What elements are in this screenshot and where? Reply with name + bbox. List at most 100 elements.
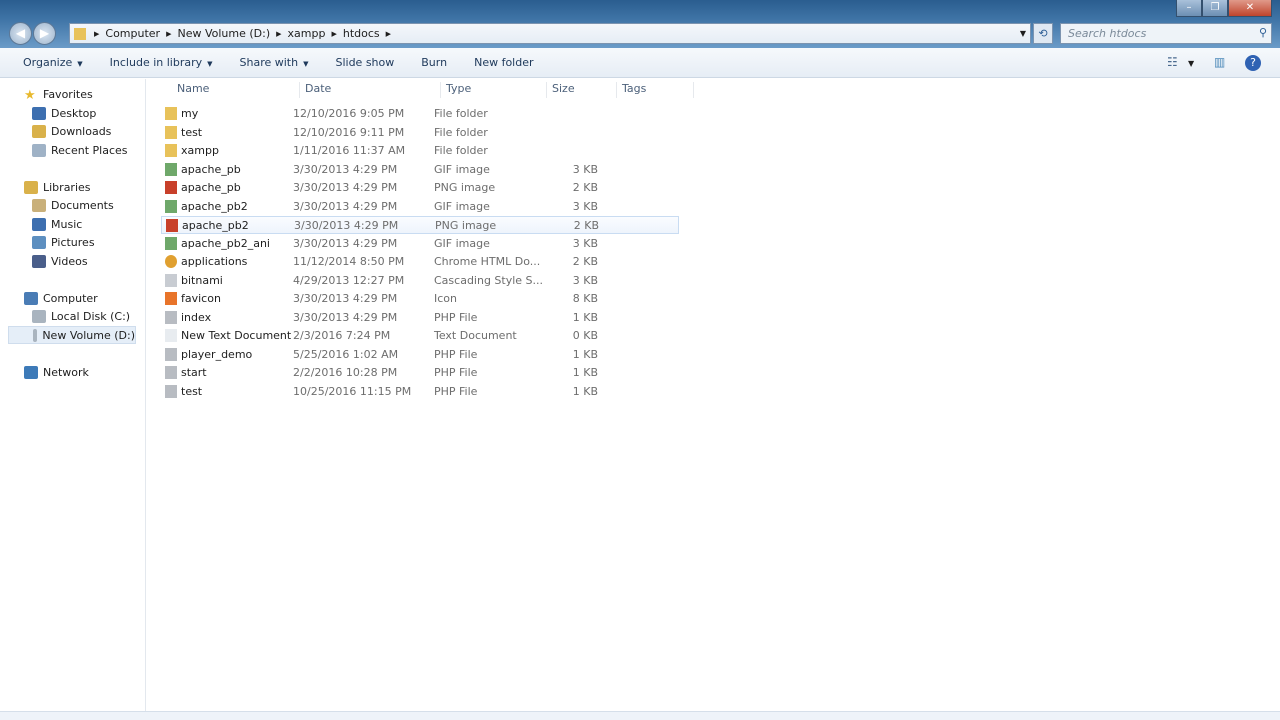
sidebar-item-downloads[interactable]: Downloads xyxy=(32,122,111,140)
breadcrumb-item[interactable]: New Volume (D:) xyxy=(177,27,270,40)
close-button[interactable]: ✕ xyxy=(1228,0,1272,17)
sidebar-item-libraries[interactable]: Libraries xyxy=(24,178,91,196)
preview-pane-icon[interactable]: ▥ xyxy=(1214,55,1225,69)
gif-image-icon xyxy=(165,199,177,213)
breadcrumb-item[interactable]: Computer xyxy=(105,27,160,40)
forward-button[interactable]: ▶ xyxy=(33,22,56,45)
file-size: 1 KB xyxy=(572,310,598,324)
file-type: GIF image xyxy=(434,162,490,176)
toolbar-slide-show-button[interactable]: Slide show xyxy=(335,56,394,69)
file-row[interactable]: bitnami 4/29/2013 12:27 PM Cascading Style… xyxy=(161,272,679,290)
sidebar-item-label: Recent Places xyxy=(51,143,128,157)
computer-icon xyxy=(24,291,38,305)
php-file-icon xyxy=(165,347,177,361)
sidebar-item-local-disk-c[interactable]: Local Disk (C:) xyxy=(32,307,130,325)
file-size: 8 KB xyxy=(572,292,598,305)
file-date: 3/30/2013 4:29 PM xyxy=(294,219,399,232)
file-row[interactable]: favicon 3/30/2013 4:29 PM Icon 8 KB xyxy=(161,290,679,308)
file-row[interactable]: my 12/10/2016 9:05 PM File folder xyxy=(161,105,679,123)
search-icon[interactable]: ⚲ xyxy=(1259,26,1267,39)
sidebar-item-favorites[interactable]: ★ Favorites xyxy=(24,85,93,103)
file-type: Chrome HTML Do... xyxy=(434,255,541,268)
file-type: PHP File xyxy=(434,347,478,361)
file-row[interactable]: New Text Document 2/3/2016 7:24 PM Text Do… xyxy=(161,327,679,345)
view-dropdown-icon[interactable]: ▼ xyxy=(1188,59,1194,68)
file-row[interactable]: apache_pb2 3/30/2013 4:29 PM GIF image 3 KB xyxy=(161,198,679,216)
file-size: 3 KB xyxy=(572,199,598,213)
sidebar-item-music[interactable]: Music xyxy=(32,215,82,233)
file-type: PNG image xyxy=(434,181,496,194)
file-date: 5/25/2016 1:02 AM xyxy=(293,347,399,361)
toolbar-share-with-button[interactable]: Share with ▼ xyxy=(240,56,309,69)
text-file-icon xyxy=(165,329,177,342)
sidebar-item-recent-places[interactable]: Recent Places xyxy=(32,141,128,159)
file-row[interactable]: apache_pb2_ani 3/30/2013 4:29 PM GIF image… xyxy=(161,235,679,253)
file-size: 3 KB xyxy=(572,162,598,176)
css-file-icon xyxy=(165,273,177,287)
file-row[interactable]: apache_pb 3/30/2013 4:29 PM PNG image 2 KB xyxy=(161,179,679,197)
chevron-right-icon[interactable]: ▶ xyxy=(386,30,391,38)
help-icon[interactable]: ? xyxy=(1245,55,1261,71)
xampp-icon xyxy=(165,292,177,305)
file-name: bitnami xyxy=(181,273,223,287)
toolbar-burn-button[interactable]: Burn xyxy=(421,56,447,69)
minimize-button[interactable]: – xyxy=(1176,0,1202,17)
file-size: 1 KB xyxy=(572,347,598,361)
file-type: PNG image xyxy=(435,219,497,232)
file-name: applications xyxy=(181,255,248,268)
file-row[interactable]: start 2/2/2016 10:28 PM PHP File 1 KB xyxy=(161,364,679,382)
file-row[interactable]: player_demo 5/25/2016 1:02 AM PHP File 1 KB xyxy=(161,346,679,364)
column-header-tags[interactable]: Tags xyxy=(617,82,694,98)
back-button[interactable]: ◀ xyxy=(9,22,32,45)
file-date: 3/30/2013 4:29 PM xyxy=(293,292,398,305)
column-header-type[interactable]: Type xyxy=(441,82,547,98)
address-bar[interactable]: ▶ Computer ▶ New Volume (D:) ▶ xampp ▶ htdocs ▶… xyxy=(69,23,1031,44)
file-name: my xyxy=(181,107,199,120)
refresh-button[interactable]: ⟲ xyxy=(1033,23,1053,44)
breadcrumb-item[interactable]: xampp xyxy=(288,27,326,40)
view-options-icon[interactable]: ☷ xyxy=(1167,55,1178,69)
file-name: test xyxy=(181,125,203,139)
sidebar-item-documents[interactable]: Documents xyxy=(32,196,114,214)
gif-image-icon xyxy=(165,162,177,176)
search-input[interactable]: Search htdocs ⚲ xyxy=(1060,23,1272,44)
sidebar-item-computer[interactable]: Computer xyxy=(24,289,98,307)
file-name: apache_pb xyxy=(181,162,241,176)
file-row[interactable]: test 12/10/2016 9:11 PM File folder xyxy=(161,124,679,142)
file-row[interactable]: index 3/30/2013 4:29 PM PHP File 1 KB xyxy=(161,309,679,327)
sidebar-item-label: Libraries xyxy=(43,180,91,194)
column-header-date[interactable]: Date xyxy=(300,82,441,98)
column-header-name[interactable]: Name xyxy=(172,82,300,98)
file-row[interactable]: apache_pb 3/30/2013 4:29 PM GIF image 3 KB xyxy=(161,161,679,179)
toolbar-new-folder-button[interactable]: New folder xyxy=(474,56,533,69)
php-file-icon xyxy=(165,384,177,398)
file-name: apache_pb2 xyxy=(182,219,249,232)
toolbar-label: Organize xyxy=(23,56,73,69)
file-type: GIF image xyxy=(434,236,490,250)
file-row[interactable]: xampp 1/11/2016 11:37 AM File folder xyxy=(161,142,679,160)
sidebar-item-pictures[interactable]: Pictures xyxy=(32,233,95,251)
maximize-button[interactable]: ❐ xyxy=(1202,0,1228,17)
file-row[interactable]: applications 11/12/2014 8:50 PM Chrome HTM… xyxy=(161,253,679,271)
sidebar-item-videos[interactable]: Videos xyxy=(32,252,88,270)
pictures-icon xyxy=(32,235,46,249)
chevron-right-icon[interactable]: ▶ xyxy=(276,30,281,38)
file-date: 10/25/2016 11:15 PM xyxy=(293,384,412,398)
column-header-size[interactable]: Size xyxy=(547,82,617,98)
sidebar-item-desktop[interactable]: Desktop xyxy=(32,104,96,122)
chevron-right-icon[interactable]: ▶ xyxy=(331,30,336,38)
file-row[interactable]: test 10/25/2016 11:15 PM PHP File 1 KB xyxy=(161,383,679,401)
breadcrumb-item[interactable]: htdocs xyxy=(343,27,380,40)
folder-icon xyxy=(74,27,86,40)
toolbar-organize-button[interactable]: Organize ▼ xyxy=(23,56,83,69)
file-row[interactable]: apache_pb2 3/30/2013 4:29 PM PNG image 2 KB xyxy=(161,216,679,234)
file-name: apache_pb2_ani xyxy=(181,236,270,250)
address-dropdown-icon[interactable]: ▼ xyxy=(1020,29,1026,38)
sidebar-item-label: Desktop xyxy=(51,106,97,120)
sidebar-item-new-volume-d[interactable]: New Volume (D:) xyxy=(8,326,136,344)
file-date: 4/29/2013 12:27 PM xyxy=(293,273,405,287)
sidebar-item-label: Music xyxy=(51,217,83,231)
toolbar-include-in-library-button[interactable]: Include in library ▼ xyxy=(110,56,213,69)
chevron-right-icon[interactable]: ▶ xyxy=(166,30,171,38)
sidebar-item-network[interactable]: Network xyxy=(24,363,89,381)
